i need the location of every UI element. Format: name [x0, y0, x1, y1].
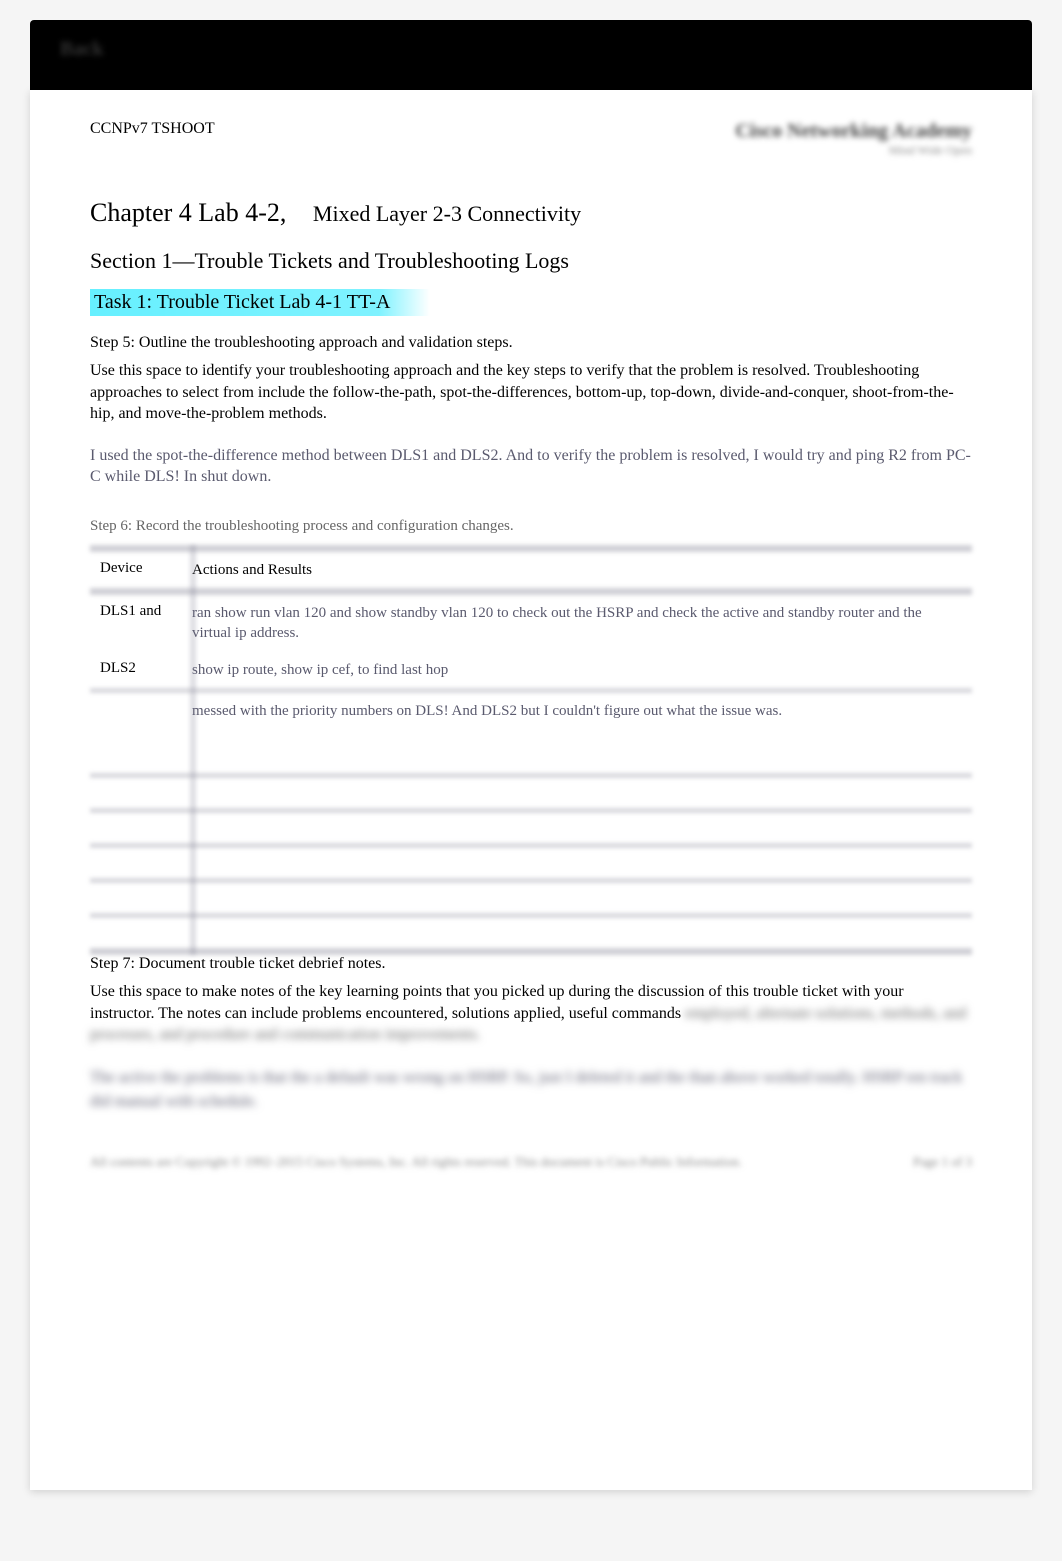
- row-separator: [90, 843, 972, 848]
- cell-actions: [180, 778, 972, 808]
- col-header-device: Device: [90, 552, 180, 588]
- col-header-actions: Actions and Results: [180, 552, 972, 588]
- document-page: CCNPv7 TSHOOT Cisco Networking Academy M…: [30, 90, 1032, 1490]
- row-separator: [90, 688, 972, 693]
- table-border-bottom: [90, 948, 972, 955]
- cell-actions: [180, 848, 972, 878]
- cell-actions: [180, 918, 972, 948]
- step5-answer: I used the spot-the-difference method be…: [90, 445, 972, 488]
- top-bar: Back: [30, 20, 1032, 90]
- cell-actions: ran show run vlan 120 and show standby v…: [180, 595, 972, 652]
- table-row: [90, 848, 972, 878]
- cell-device: [90, 883, 180, 913]
- row-separator: [90, 588, 972, 595]
- step5-heading: Step 5: Outline the troubleshooting appr…: [90, 334, 972, 352]
- cell-device: [90, 848, 180, 878]
- chapter-heading: Chapter 4 Lab 4-2, Mixed Layer 2-3 Conne…: [90, 198, 972, 228]
- row-separator: [90, 773, 972, 778]
- cell-device: [90, 693, 180, 773]
- footer-copyright: All contents are Copyright © 1992–2015 C…: [90, 1154, 742, 1170]
- table-row: [90, 778, 972, 808]
- cell-actions: [180, 883, 972, 913]
- table-header-row: Device Actions and Results: [90, 552, 972, 588]
- cell-device: [90, 813, 180, 843]
- table-row: messed with the priority numbers on DLS!…: [90, 693, 972, 773]
- step7-answer-blurred: The active the problems is that the a de…: [90, 1066, 972, 1114]
- chapter-subtitle: Mixed Layer 2-3 Connectivity: [313, 201, 581, 226]
- task-heading: Task 1: Trouble Ticket Lab 4-1 TT-A: [90, 289, 430, 316]
- step7-heading: Step 7: Document trouble ticket debrief …: [90, 955, 972, 973]
- row-separator: [90, 913, 972, 918]
- table-border-top: [90, 545, 972, 552]
- page-header: CCNPv7 TSHOOT Cisco Networking Academy M…: [90, 120, 972, 158]
- table-row: [90, 813, 972, 843]
- brand-title: Cisco Networking Academy: [735, 120, 972, 143]
- footer-page-number: Page 1 of 3: [913, 1154, 972, 1170]
- step7-body: Use this space to make notes of the key …: [90, 981, 972, 1046]
- step5-body: Use this space to identify your troubles…: [90, 360, 972, 425]
- cell-actions: messed with the priority numbers on DLS!…: [180, 693, 972, 773]
- table-row: [90, 883, 972, 913]
- log-table: Device Actions and Results DLS1 and ran …: [90, 545, 972, 955]
- brand-area: Cisco Networking Academy Mind Wide Open: [735, 120, 972, 158]
- cell-actions: [180, 813, 972, 843]
- back-label[interactable]: Back: [60, 38, 103, 61]
- table-row: DLS2 show ip route, show ip cef, to find…: [90, 652, 972, 688]
- course-code: CCNPv7 TSHOOT: [90, 120, 215, 138]
- row-separator: [90, 808, 972, 813]
- table-row: [90, 918, 972, 948]
- page-footer: All contents are Copyright © 1992–2015 C…: [90, 1154, 972, 1170]
- cell-device: DLS1 and: [90, 595, 180, 652]
- row-separator: [90, 878, 972, 883]
- chapter-lab: Chapter 4 Lab 4-2,: [90, 198, 286, 227]
- cell-device: [90, 918, 180, 948]
- cell-device: DLS2: [90, 652, 180, 688]
- table-row: DLS1 and ran show run vlan 120 and show …: [90, 595, 972, 652]
- cell-actions: show ip route, show ip cef, to find last…: [180, 652, 972, 688]
- cell-device: [90, 778, 180, 808]
- section-heading: Section 1—Trouble Tickets and Troublesho…: [90, 248, 972, 274]
- step6-heading: Step 6: Record the troubleshooting proce…: [90, 518, 972, 535]
- brand-subtitle: Mind Wide Open: [735, 143, 972, 158]
